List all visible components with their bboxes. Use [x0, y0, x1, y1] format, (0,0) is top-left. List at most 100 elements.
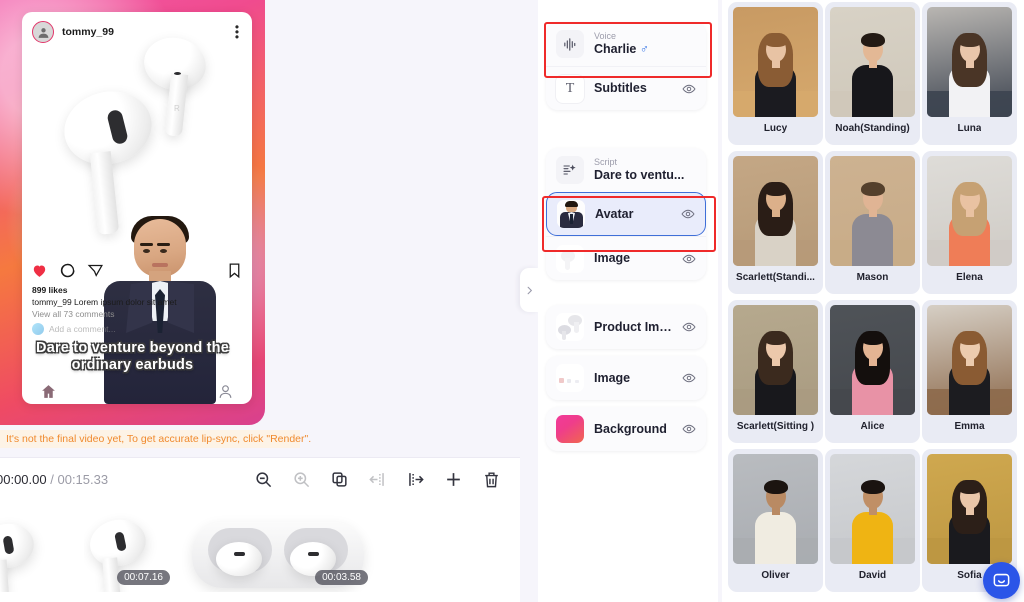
- avatar-name: Emma: [954, 421, 985, 432]
- visibility-eye-icon[interactable]: [682, 371, 696, 385]
- avatar-card[interactable]: Scarlett(Standi...: [728, 151, 823, 294]
- avatar-card[interactable]: Mason: [825, 151, 920, 294]
- layer-title: Image: [594, 370, 631, 385]
- chat-bubble-icon: [993, 573, 1010, 587]
- timeline-clip[interactable]: 00:03.58: [182, 512, 374, 592]
- visibility-eye-icon[interactable]: [681, 207, 695, 221]
- layer-item-voice[interactable]: Voice Charlie ♂: [546, 22, 706, 66]
- timeline-tools: [253, 469, 520, 490]
- likes-count: 899 likes: [32, 285, 68, 295]
- earbuds-thumb-icon: [556, 313, 584, 341]
- avatar-card[interactable]: Oliver: [728, 449, 823, 592]
- clip-duration: 00:03.58: [315, 570, 368, 585]
- bookmark-icon[interactable]: [226, 262, 243, 279]
- layer-item-background[interactable]: Background: [546, 407, 706, 451]
- avatar-thumbnail: [830, 156, 915, 266]
- avatar-card[interactable]: Emma: [922, 300, 1017, 443]
- support-chat-button[interactable]: [983, 562, 1020, 599]
- script-icon: [556, 156, 584, 184]
- avatar-library-panel[interactable]: Lucy Noah(Standing) Luna Scarlett(Standi...…: [722, 0, 1024, 602]
- chevron-right-icon: [527, 286, 532, 294]
- avatar-name: Oliver: [761, 570, 790, 581]
- comment-icon[interactable]: [59, 262, 76, 279]
- timeline-clip[interactable]: 00:07.16: [84, 512, 176, 592]
- group-product-image: Product Image: [546, 305, 706, 349]
- avatar-thumbnail: [733, 454, 818, 564]
- layer-item-avatar[interactable]: Avatar: [546, 192, 706, 236]
- group-image-2: Image: [546, 356, 706, 400]
- layer-item-script[interactable]: Script Dare to ventu...: [546, 148, 706, 192]
- avatar-card[interactable]: Alice: [825, 300, 920, 443]
- layer-title: Product Image: [594, 319, 676, 334]
- timeline-track[interactable]: 00:07.16 00:03.58: [0, 500, 520, 602]
- avatar-thumbnail: [927, 454, 1012, 564]
- layer-item-image-2[interactable]: Image: [546, 356, 706, 400]
- panel-collapse-toggle[interactable]: [520, 268, 538, 312]
- avatar-name: David: [858, 570, 887, 581]
- group-voice-subtitles: Voice Charlie ♂ T Subtitles: [546, 22, 706, 110]
- avatar-thumbnail: [733, 305, 818, 415]
- avatar: [32, 323, 44, 335]
- avatar-card[interactable]: David: [825, 449, 920, 592]
- split-left-icon[interactable]: [367, 469, 388, 490]
- clip-duration: 00:07.16: [117, 570, 170, 585]
- preview-pane: tommy_99 • • • R 899 likes tommy_99 Lore…: [0, 0, 520, 602]
- layer-title: Charlie ♂: [594, 42, 696, 57]
- post-meta: 899 likes tommy_99 Lorem ipsum dolor sit…: [32, 284, 242, 335]
- layer-title: Image: [594, 251, 631, 265]
- zoom-in-icon[interactable]: [291, 469, 312, 490]
- layer-title: Background: [594, 421, 667, 436]
- render-hint-banner: It's not the final video yet, To get acc…: [0, 430, 311, 448]
- avatar-name: Mason: [856, 272, 889, 283]
- image-thumb-icon: [556, 244, 584, 273]
- avatar-thumbnail: [830, 454, 915, 564]
- avatar-card[interactable]: Lucy: [728, 2, 823, 145]
- avatar-card[interactable]: Noah(Standing): [825, 2, 920, 145]
- more-options-icon[interactable]: • • •: [232, 21, 242, 43]
- visibility-eye-icon[interactable]: [682, 82, 696, 96]
- view-comments-link[interactable]: View all 73 comments: [32, 308, 242, 320]
- add-comment-row[interactable]: Add a comment...: [32, 323, 242, 335]
- add-icon[interactable]: [443, 469, 464, 490]
- visibility-eye-icon[interactable]: [682, 320, 696, 334]
- duplicate-icon[interactable]: [329, 469, 350, 490]
- gender-icon: ♂: [639, 42, 649, 56]
- profile-icon[interactable]: [217, 383, 234, 400]
- timecode-display: 00:00.00 / 00:15.33: [0, 472, 108, 487]
- delete-icon[interactable]: [481, 469, 502, 490]
- avatar-grid: Lucy Noah(Standing) Luna Scarlett(Standi...…: [728, 2, 1017, 592]
- visibility-eye-icon[interactable]: [682, 252, 696, 266]
- split-right-icon[interactable]: [405, 469, 426, 490]
- avatar-thumbnail: [927, 7, 1012, 117]
- group-background: Background: [546, 407, 706, 451]
- waveform-icon: [556, 30, 584, 58]
- home-icon[interactable]: [40, 383, 57, 400]
- avatar-thumbnail: [927, 305, 1012, 415]
- subtitle-overlay: Dare to venture beyond the ordinary earb…: [36, 340, 229, 373]
- post-actions: [22, 257, 252, 283]
- player-toolbar: 00:00.00 / 00:15.33: [0, 457, 520, 500]
- share-icon[interactable]: [87, 262, 104, 279]
- avatar-name: Alice: [860, 421, 885, 432]
- layer-item-image-1[interactable]: Image: [546, 236, 706, 280]
- total-time: 00:15.33: [57, 471, 109, 487]
- layer-item-subtitles[interactable]: T Subtitles: [546, 66, 706, 110]
- add-comment-placeholder: Add a comment...: [49, 324, 116, 334]
- avatar-name: Luna: [957, 123, 982, 134]
- zoom-out-icon[interactable]: [253, 469, 274, 490]
- avatar-card[interactable]: Luna: [922, 2, 1017, 145]
- gradient-swatch-icon: [556, 415, 584, 443]
- avatar-name: Lucy: [763, 123, 788, 134]
- avatar-thumbnail: [927, 156, 1012, 266]
- current-time: 00:00.00: [0, 471, 47, 487]
- visibility-eye-icon[interactable]: [682, 422, 696, 436]
- avatar-card[interactable]: Elena: [922, 151, 1017, 294]
- avatar-name: Scarlett(Standi...: [736, 272, 815, 283]
- avatar-thumb-icon: [557, 200, 585, 228]
- video-preview[interactable]: tommy_99 • • • R 899 likes tommy_99 Lore…: [0, 0, 265, 425]
- avatar-card[interactable]: Scarlett(Sitting ): [728, 300, 823, 443]
- layer-item-product-image[interactable]: Product Image: [546, 305, 706, 349]
- timeline-clip[interactable]: [0, 512, 80, 592]
- image-thumb-icon: [556, 364, 584, 392]
- heart-icon[interactable]: [31, 262, 48, 279]
